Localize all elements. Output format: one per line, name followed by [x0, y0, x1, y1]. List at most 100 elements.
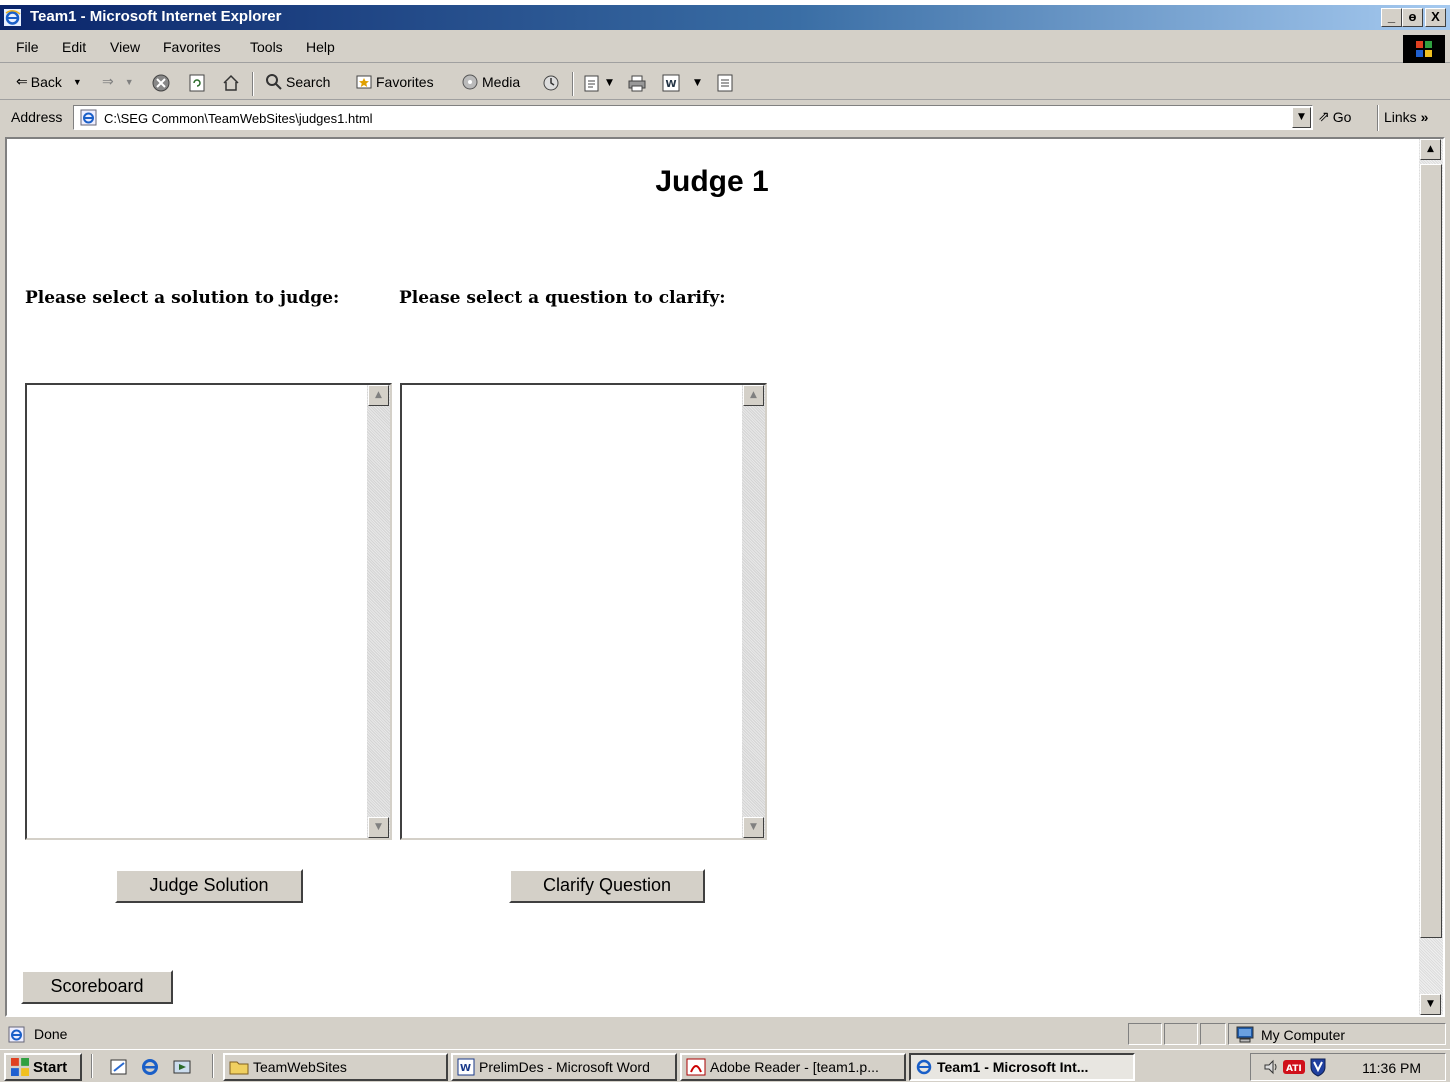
scoreboard-button[interactable]: Scoreboard	[21, 970, 173, 1004]
toolbar-separator	[252, 72, 254, 96]
mail-icon[interactable]	[584, 74, 602, 92]
page-content: Judge 1 Please select a solution to judg…	[5, 137, 1445, 1017]
favorites-icon	[356, 75, 372, 89]
status-bar: Done My Computer	[0, 1021, 1450, 1046]
task-adobe-reader[interactable]: Adobe Reader - [team1.p...	[680, 1053, 906, 1081]
svg-text:W: W	[666, 79, 677, 90]
back-label: Back	[30, 73, 62, 90]
search-button[interactable]: Search	[265, 73, 330, 91]
task-word[interactable]: W PrelimDes - Microsoft Word	[451, 1053, 677, 1081]
status-pane	[1164, 1023, 1198, 1045]
close-button[interactable]: X	[1425, 8, 1446, 27]
taskbar-separator	[212, 1054, 214, 1078]
edit-dropdown-icon[interactable]: ▼	[694, 78, 701, 88]
refresh-icon[interactable]	[188, 74, 206, 92]
task-label: Adobe Reader - [team1.p...	[710, 1059, 879, 1075]
media-player-icon[interactable]	[172, 1057, 192, 1077]
svg-text:W: W	[460, 1063, 471, 1074]
ati-icon[interactable]: ATI	[1283, 1058, 1305, 1076]
ie-icon	[916, 1059, 932, 1075]
mail-dropdown-icon[interactable]: ▼	[606, 78, 613, 88]
status-pane	[1128, 1023, 1162, 1045]
menu-file[interactable]: File	[16, 39, 39, 55]
links-label: Links	[1384, 109, 1417, 125]
minimize-button[interactable]: _	[1381, 8, 1402, 27]
address-input[interactable]: C:\SEG Common\TeamWebSites\judges1.html …	[73, 105, 1313, 130]
links-button[interactable]: Links »	[1384, 109, 1428, 125]
toolbar-separator	[572, 72, 574, 96]
address-bar: Address C:\SEG Common\TeamWebSites\judge…	[0, 101, 1450, 133]
maximize-button[interactable]: ɵ	[1402, 8, 1423, 27]
antivirus-shield-icon[interactable]	[1309, 1057, 1327, 1077]
history-icon[interactable]	[542, 74, 560, 92]
task-ie-active[interactable]: Team1 - Microsoft Int...	[909, 1053, 1135, 1081]
print-icon[interactable]	[628, 74, 646, 92]
zone-label: My Computer	[1261, 1027, 1346, 1043]
scroll-up-arrow-icon[interactable]: ▲	[743, 385, 764, 406]
forward-button[interactable]: ⇒ ▼	[102, 73, 134, 90]
home-icon[interactable]	[222, 74, 240, 92]
favorites-button[interactable]: Favorites	[355, 73, 434, 91]
windows-throbber	[1403, 35, 1445, 63]
scroll-down-arrow-icon[interactable]: ▼	[743, 817, 764, 838]
ie-icon[interactable]	[140, 1057, 160, 1077]
taskbar: Start TeamWebSites W PrelimDes - Microso…	[0, 1049, 1450, 1082]
go-label: Go	[1332, 108, 1352, 125]
discuss-icon[interactable]	[716, 74, 734, 92]
adobe-reader-icon	[686, 1058, 706, 1076]
folder-icon	[229, 1061, 249, 1075]
solution-listbox[interactable]: ▲ ▼	[25, 383, 392, 840]
question-prompt: Please select a question to clarify:	[399, 288, 726, 308]
scroll-up-arrow-icon[interactable]: ▲	[368, 385, 389, 406]
windows-flag-icon	[1416, 41, 1432, 57]
page-scrollbar[interactable]: ▲ ▼	[1419, 139, 1443, 1015]
favorites-label: Favorites	[376, 74, 434, 90]
forward-dropdown-icon[interactable]: ▼	[125, 77, 134, 87]
menu-edit[interactable]: Edit	[62, 39, 86, 55]
page-scrollbar-thumb[interactable]	[1420, 164, 1442, 938]
start-button[interactable]: Start	[4, 1053, 82, 1081]
taskbar-separator	[91, 1054, 93, 1078]
address-label: Address	[11, 109, 63, 125]
task-label: PrelimDes - Microsoft Word	[479, 1059, 650, 1075]
task-label: Team1 - Microsoft Int...	[937, 1059, 1089, 1075]
window-title: Team1 - Microsoft Internet Explorer	[30, 8, 282, 25]
address-dropdown-icon[interactable]: ▼	[1292, 107, 1311, 128]
ie-page-icon	[8, 1026, 25, 1043]
show-desktop-icon[interactable]	[109, 1057, 129, 1077]
status-pane	[1200, 1023, 1226, 1045]
question-listbox-scrollbar[interactable]: ▲ ▼	[742, 385, 765, 838]
clarify-question-button[interactable]: Clarify Question	[509, 869, 705, 903]
judge-solution-button[interactable]: Judge Solution	[115, 869, 303, 903]
scroll-down-arrow-icon[interactable]: ▼	[368, 817, 389, 838]
solution-listbox-scrollbar[interactable]: ▲ ▼	[367, 385, 390, 838]
menu-help[interactable]: Help	[306, 39, 335, 55]
start-label: Start	[33, 1058, 68, 1076]
menu-favorites[interactable]: Favorites	[163, 39, 221, 55]
menu-view[interactable]: View	[110, 39, 140, 55]
back-arrow-icon: ⇐	[16, 73, 28, 89]
go-arrow-icon: ⇗	[1318, 108, 1330, 124]
scroll-down-arrow-icon[interactable]: ▼	[1420, 994, 1441, 1015]
ie-icon	[4, 9, 21, 26]
question-listbox[interactable]: ▲ ▼	[400, 383, 767, 840]
task-teamwebsites[interactable]: TeamWebSites	[223, 1053, 448, 1081]
svg-text:ATI: ATI	[1286, 1064, 1302, 1074]
stop-icon[interactable]	[152, 74, 170, 92]
scroll-up-arrow-icon[interactable]: ▲	[1420, 139, 1441, 160]
media-icon	[462, 74, 478, 90]
menu-bar: File Edit View Favorites Tools Help	[0, 33, 1450, 63]
media-button[interactable]: Media	[461, 73, 520, 91]
go-button[interactable]: ⇗ Go	[1318, 108, 1351, 125]
volume-icon[interactable]	[1263, 1058, 1281, 1076]
back-button[interactable]: ⇐ Back ▼	[16, 73, 82, 90]
system-tray: ATI 11:36 PM	[1250, 1053, 1446, 1081]
title-bar[interactable]: Team1 - Microsoft Internet Explorer _ ɵ …	[0, 5, 1450, 30]
page-icon	[80, 109, 97, 126]
task-label: TeamWebSites	[253, 1059, 347, 1075]
my-computer-icon	[1236, 1026, 1254, 1043]
menu-tools[interactable]: Tools	[250, 39, 283, 55]
back-dropdown-icon[interactable]: ▼	[73, 77, 82, 87]
page-title: Judge 1	[655, 165, 769, 198]
edit-word-icon[interactable]: W	[662, 74, 680, 92]
